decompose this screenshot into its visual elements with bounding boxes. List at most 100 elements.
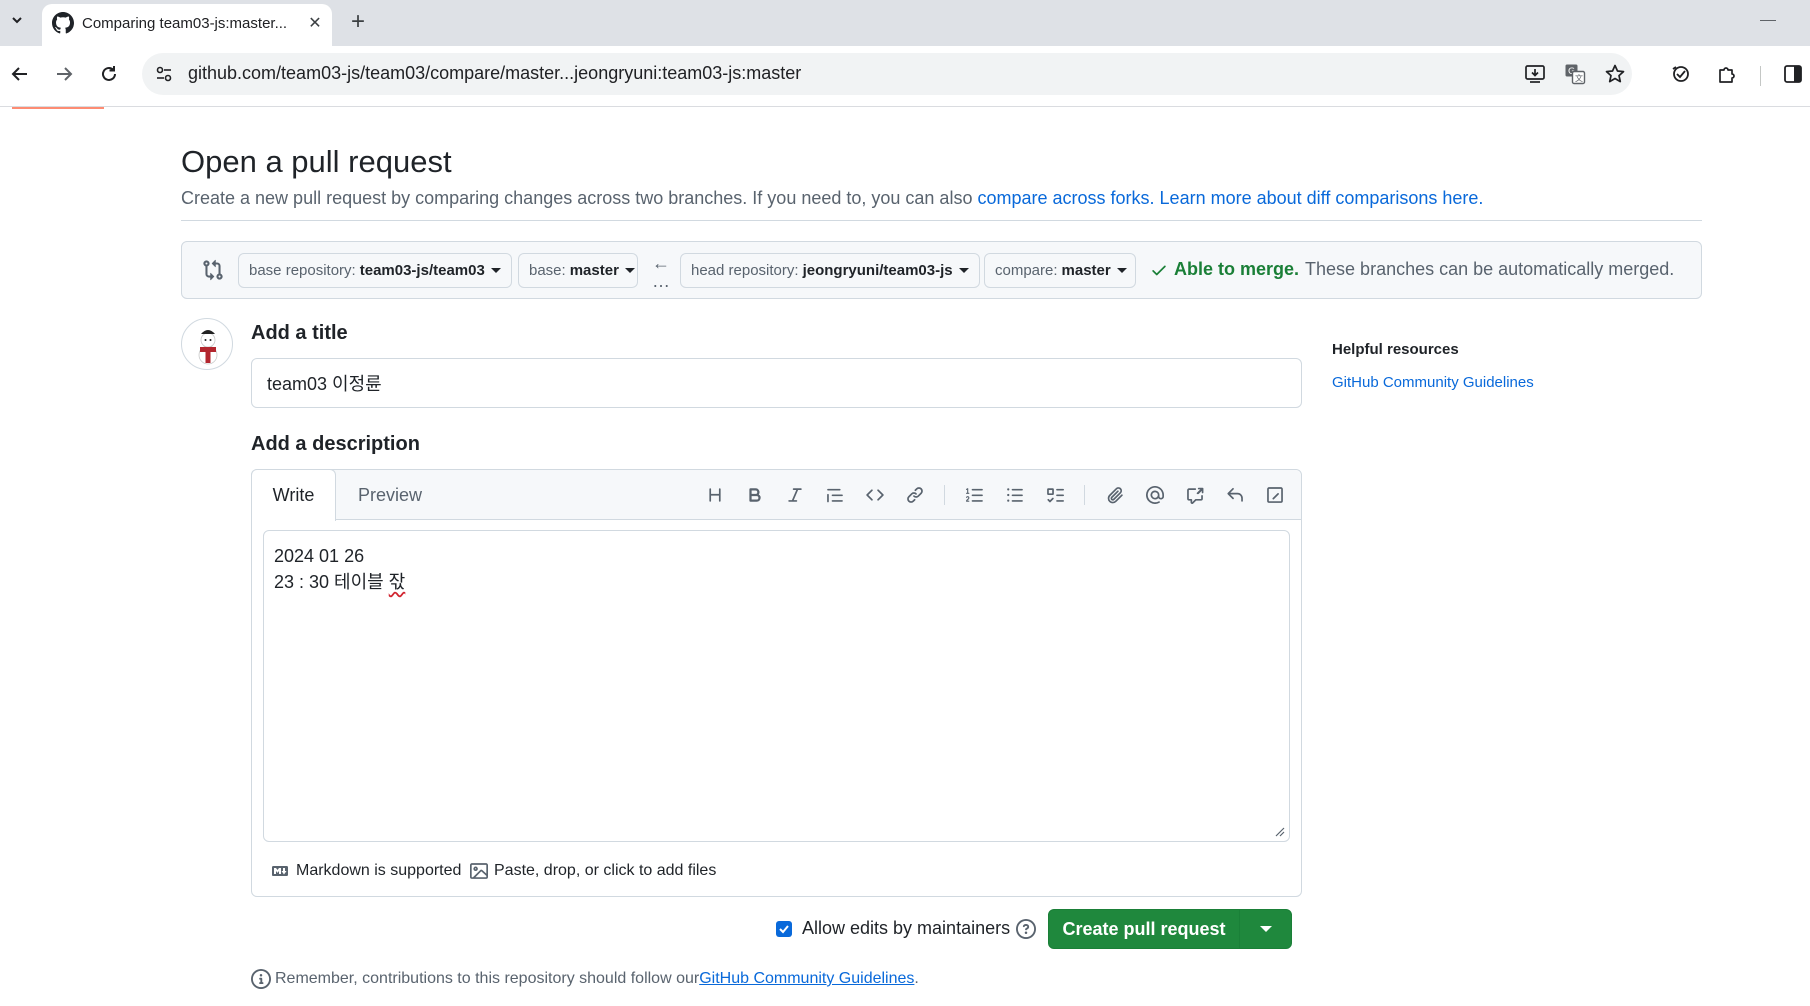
browser-tab-strip: Comparing team03-js:master... ✕ +	[0, 0, 1810, 46]
git-compare-icon	[202, 259, 224, 281]
address-bar[interactable]: github.com/team03-js/team03/compare/mast…	[142, 53, 1632, 95]
check-icon	[1152, 265, 1166, 275]
create-pull-request-group: Create pull request	[1048, 909, 1292, 949]
learn-diff-link[interactable]: Learn more about diff comparisons here.	[1160, 188, 1484, 208]
reply-icon[interactable]	[1221, 481, 1249, 509]
install-app-icon[interactable]	[1522, 61, 1548, 87]
title-label: Add a title	[251, 322, 348, 344]
compare-branch-value: master	[1061, 262, 1111, 279]
community-guidelines-link[interactable]: GitHub Community Guidelines	[1332, 374, 1534, 391]
toolbar-divider	[1760, 66, 1761, 86]
quote-icon[interactable]	[821, 481, 849, 509]
image-icon	[470, 863, 488, 879]
chevron-down-icon	[12, 17, 22, 24]
markdown-note[interactable]: Markdown is supported	[270, 862, 461, 880]
create-options-dropdown[interactable]	[1240, 910, 1292, 948]
caret-down-icon	[1260, 926, 1272, 932]
translate-icon[interactable]: G文	[1562, 61, 1588, 87]
head-repo-label: head repository:	[691, 262, 799, 279]
base-branch-select[interactable]: base: master	[518, 253, 638, 288]
back-button[interactable]	[2, 56, 38, 92]
bookmark-star-icon[interactable]	[1602, 61, 1628, 87]
head-repository-select[interactable]: head repository: jeongryuni/team03-js	[680, 253, 980, 288]
new-tab-button[interactable]: +	[344, 8, 372, 36]
address-url: github.com/team03-js/team03/compare/mast…	[188, 63, 802, 83]
cross-reference-icon[interactable]	[1181, 481, 1209, 509]
github-icon	[52, 12, 74, 34]
description-label: Add a description	[251, 433, 420, 455]
arrow-left-icon: ←…	[652, 253, 670, 291]
heading-icon[interactable]	[701, 481, 729, 509]
tab-search-button[interactable]	[4, 6, 30, 34]
toolbar-border	[0, 106, 1810, 107]
base-label: base:	[529, 262, 566, 279]
info-icon	[251, 969, 271, 989]
avatar[interactable]	[181, 318, 233, 370]
description-line-2: 23 : 30 테이블 잓	[274, 569, 1279, 595]
create-pull-request-button[interactable]: Create pull request	[1049, 910, 1239, 948]
base-repo-label: base repository:	[249, 262, 356, 279]
tab-preview[interactable]: Preview	[336, 470, 444, 520]
slash-command-icon[interactable]	[1261, 481, 1289, 509]
tab-title: Comparing team03-js:master...	[82, 15, 288, 32]
allow-edits-checkbox[interactable]	[776, 920, 792, 937]
numbered-list-icon[interactable]	[961, 481, 989, 509]
markdown-icon	[272, 866, 288, 876]
editor-toolbar: Write Preview	[251, 469, 1301, 521]
site-info-icon[interactable]	[152, 62, 176, 86]
window-minimize-button[interactable]	[1760, 20, 1776, 21]
reminder-end: .	[914, 970, 919, 987]
forward-button[interactable]	[46, 56, 82, 92]
merge-ok-text: Able to merge.	[1174, 259, 1300, 279]
spellcheck-word: 잓	[388, 572, 406, 592]
base-repo-value: team03-js/team03	[359, 262, 485, 279]
head-repo-value: jeongryuni/team03-js	[802, 262, 953, 279]
allow-edits-option: Allow edits by maintainers	[776, 918, 1037, 939]
paperclip-icon[interactable]	[1101, 481, 1129, 509]
caret-down-icon	[490, 268, 501, 273]
reload-icon	[102, 66, 116, 81]
browser-tab-active[interactable]: Comparing team03-js:master... ✕	[42, 4, 332, 46]
link-icon[interactable]	[901, 481, 929, 509]
bullet-list-icon[interactable]	[1001, 481, 1029, 509]
toolbar-separator	[944, 485, 945, 505]
description-editor: Write Preview 2024 01 26 23: 30 테이블 잓 M…	[251, 469, 1302, 897]
resize-handle-icon[interactable]	[1275, 827, 1285, 837]
code-icon[interactable]	[861, 481, 889, 509]
question-icon[interactable]	[1016, 918, 1037, 939]
allow-edits-label[interactable]: Allow edits by maintainers	[802, 918, 1010, 939]
tab-write[interactable]: Write	[251, 469, 336, 521]
base-branch-value: master	[569, 262, 619, 279]
editor-footer: Markdown is supported Paste, drop, or cl…	[252, 852, 1301, 896]
merge-message: These branches can be automatically merg…	[1305, 259, 1675, 279]
checkmark-icon	[779, 924, 789, 933]
title-input[interactable]	[251, 358, 1302, 408]
page-subhead: Create a new pull request by comparing c…	[181, 188, 1483, 209]
community-guidelines-link-footer[interactable]: GitHub Community Guidelines	[699, 970, 914, 988]
task-list-icon[interactable]	[1041, 481, 1069, 509]
arrow-left-icon	[11, 67, 27, 81]
reload-button[interactable]	[91, 56, 127, 92]
description-line-1: 2024 01 26	[274, 546, 365, 566]
caret-down-icon	[1116, 268, 1127, 273]
compare-across-forks-link[interactable]: compare across forks.	[977, 188, 1154, 208]
compare-branch-select[interactable]: compare: master	[984, 253, 1136, 288]
extensions-puzzle-icon[interactable]	[1710, 57, 1744, 91]
page-loading-bar	[12, 107, 104, 109]
arrow-right-icon	[57, 67, 73, 81]
caret-down-icon	[624, 268, 635, 273]
mention-icon[interactable]	[1141, 481, 1169, 509]
base-repository-select[interactable]: base repository: team03-js/team03	[238, 253, 512, 288]
italic-icon[interactable]	[781, 481, 809, 509]
compare-label: compare:	[995, 262, 1058, 279]
side-panel-icon[interactable]	[1776, 57, 1810, 91]
subhead-text: Create a new pull request by comparing c…	[181, 188, 978, 208]
bold-icon[interactable]	[741, 481, 769, 509]
attach-files[interactable]: Paste, drop, or click to add files	[470, 862, 716, 880]
description-textarea[interactable]: 2024 01 26 23 : 30 테이블 잓	[263, 530, 1290, 842]
attach-files-text: Paste, drop, or click to add files	[494, 862, 717, 879]
sync-extension-icon[interactable]	[1664, 57, 1698, 91]
toolbar-separator	[1084, 485, 1085, 505]
tab-close-icon[interactable]: ✕	[304, 12, 326, 34]
markdown-note-text: Markdown is supported	[296, 862, 462, 879]
